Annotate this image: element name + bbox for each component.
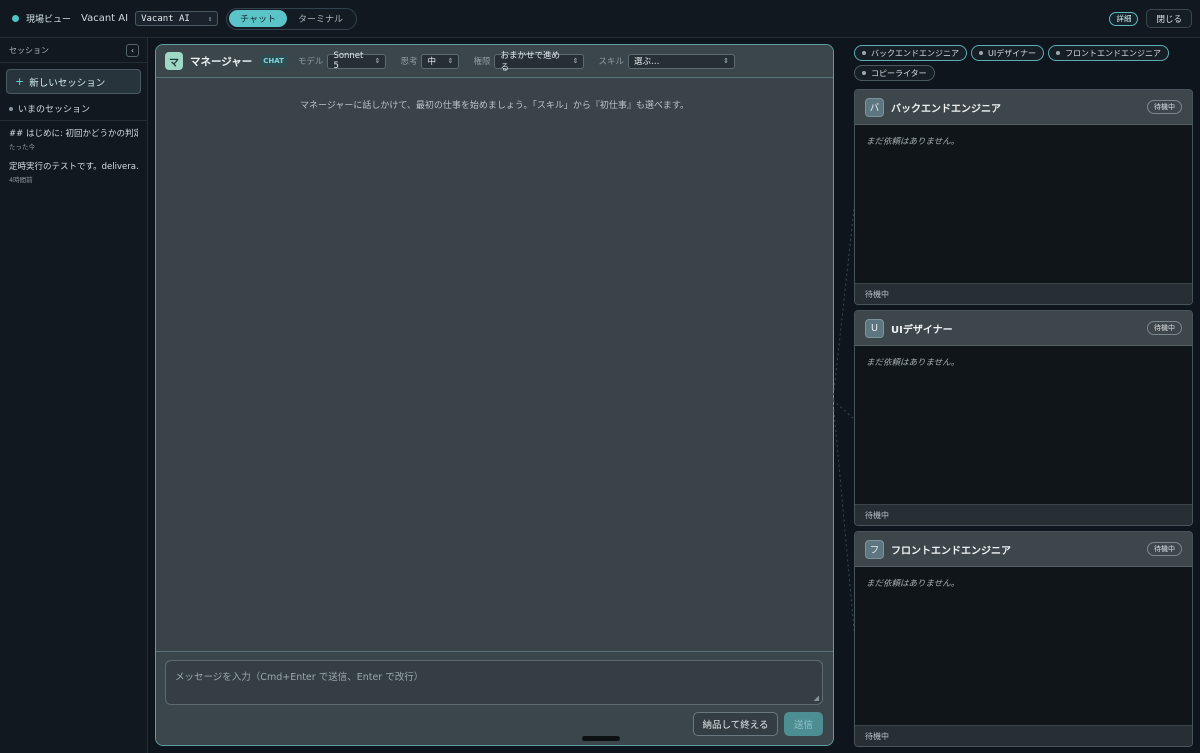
agent-card-frontend: フ フロントエンドエンジニア 待機中 まだ依頼はありません。 待機中 (854, 531, 1193, 747)
agent-name: UIデザイナー (891, 324, 953, 336)
agent-avatar: バ (865, 97, 884, 117)
skill-select[interactable]: 選ぶ… ⇕ (627, 53, 735, 69)
app-name: Vacant AI (81, 13, 129, 24)
agent-footer-status: 待機中 (855, 725, 1192, 746)
role-chip-copywriter[interactable]: コピーライター (854, 65, 935, 81)
session-time: たった今 (9, 143, 35, 151)
role-chip-frontend[interactable]: フロントエンドエンジニア (1048, 45, 1170, 61)
collapse-sidebar-button[interactable]: ‹ (126, 43, 139, 57)
agent-body: まだ依頼はありません。 (855, 567, 1192, 725)
chevron-updown-icon: ⇕ (447, 57, 454, 65)
chip-dot-icon (979, 51, 983, 55)
role-chip-label: コピーライター (871, 68, 927, 78)
chevron-updown-icon: ⇕ (207, 14, 213, 23)
skill-label: スキル (598, 57, 624, 67)
workspace-select[interactable]: Vacant AI ⇕ (135, 11, 219, 26)
permission-label: 権限 (473, 57, 491, 67)
chip-dot-icon (1056, 51, 1061, 55)
chip-dot-icon (862, 71, 866, 75)
live-view-label: 現場ビュー (26, 15, 72, 25)
live-status-dot (12, 15, 19, 22)
list-item[interactable]: ## はじめに: 初回かどうかの判定 … たった今 (0, 121, 147, 154)
agent-card-ui-designer: U UIデザイナー 待機中 まだ依頼はありません。 待機中 (854, 310, 1193, 526)
role-chip-label: フロントエンドエンジニア (1065, 48, 1162, 58)
role-chip-label: バックエンドエンジニア (871, 48, 959, 58)
tab-terminal[interactable]: ターミナル (287, 10, 354, 27)
agent-card-backend: バ バックエンドエンジニア 待機中 まだ依頼はありません。 待機中 (854, 89, 1193, 305)
resize-grip-icon[interactable]: ◢ (814, 694, 819, 702)
chevron-updown-icon: ⇕ (572, 57, 579, 65)
composer: メッセージを入力（Cmd+Enter で送信、Enter で改行） ◢ 納品して… (156, 651, 833, 745)
message-input[interactable]: メッセージを入力（Cmd+Enter で送信、Enter で改行） ◢ (165, 660, 823, 705)
empty-chat-hint: マネージャーに話しかけて、最初の仕事を始めましょう。「スキル」から『初仕事』も選… (300, 101, 689, 111)
session-dot-icon (9, 106, 13, 111)
role-chips: バックエンドエンジニア UIデザイナー フロントエンドエンジニア コピーライター (854, 45, 1194, 81)
model-select-value: Sonnet 5 (333, 51, 364, 71)
agent-empty-text: まだ依頼はありません。 (866, 579, 960, 589)
agent-header: フ フロントエンドエンジニア 待機中 (855, 532, 1192, 567)
top-bar: 現場ビュー Vacant AI Vacant AI ⇕ チャット ターミナル 詳… (0, 0, 1200, 38)
manager-header: マ マネージャー CHAT モデル Sonnet 5 ⇕ 思考 中 ⇕ 権限 お… (156, 45, 833, 78)
agent-header: バ バックエンドエンジニア 待機中 (855, 90, 1192, 125)
current-session-label: いまのセッション (18, 105, 91, 115)
agent-empty-text: まだ依頼はありません。 (866, 137, 960, 147)
manager-name: マネージャー (190, 55, 253, 68)
status-badge: 待機中 (1147, 321, 1182, 335)
list-item[interactable]: 定時実行のテストです。delivera… 4時間前 (0, 154, 147, 187)
status-badge: 待機中 (1147, 542, 1182, 556)
top-right-actions: 詳細 閉じる (1109, 9, 1192, 28)
agent-avatar: U (865, 318, 884, 338)
skill-select-value: 選ぶ… (633, 57, 660, 67)
mode-toggle: チャット ターミナル (226, 7, 357, 30)
model-select[interactable]: Sonnet 5 ⇕ (327, 51, 387, 71)
session-title: ## はじめに: 初回かどうかの判定 … (9, 129, 138, 139)
current-session-item[interactable]: いまのセッション (0, 97, 147, 121)
role-chip-ui-designer[interactable]: UIデザイナー (971, 45, 1045, 61)
chevron-left-icon: ‹ (130, 45, 135, 55)
tab-chat[interactable]: チャット (229, 10, 287, 27)
agent-name: バックエンドエンジニア (891, 103, 1001, 115)
details-button[interactable]: 詳細 (1109, 11, 1139, 26)
agent-header: U UIデザイナー 待機中 (855, 311, 1192, 346)
send-button[interactable]: 送信 (784, 712, 823, 736)
message-input-placeholder: メッセージを入力（Cmd+Enter で送信、Enter で改行） (175, 672, 424, 683)
agent-body: まだ依頼はありません。 (855, 346, 1192, 504)
close-button[interactable]: 閉じる (1146, 9, 1192, 28)
agent-footer-status: 待機中 (855, 504, 1192, 525)
thinking-label: 思考 (400, 57, 418, 67)
status-badge: 待機中 (1147, 100, 1182, 114)
model-label: モデル (297, 57, 324, 67)
role-chip-backend[interactable]: バックエンドエンジニア (854, 45, 967, 61)
drag-handle[interactable] (582, 736, 620, 741)
thinking-select[interactable]: 中 ⇕ (421, 53, 460, 69)
new-session-label: 新しいセッション (29, 77, 106, 89)
agent-footer-status: 待機中 (855, 283, 1192, 304)
role-chip-label: UIデザイナー (988, 48, 1037, 58)
deliver-and-finish-button[interactable]: 納品して終える (693, 712, 778, 736)
chevron-updown-icon: ⇕ (723, 57, 729, 65)
manager-panel: マ マネージャー CHAT モデル Sonnet 5 ⇕ 思考 中 ⇕ 権限 お… (155, 44, 834, 746)
chat-messages-area: マネージャーに話しかけて、最初の仕事を始めましょう。「スキル」から『初仕事』も選… (156, 78, 833, 653)
chip-dot-icon (862, 51, 866, 55)
session-title: 定時実行のテストです。delivera… (9, 162, 138, 172)
sidebar-header: セッション ‹ (0, 38, 147, 63)
sidebar-title: セッション (9, 45, 49, 55)
connector-lines (833, 200, 855, 640)
session-time: 4時間前 (9, 176, 33, 184)
chat-badge: CHAT (259, 55, 288, 67)
plus-icon: + (15, 75, 25, 88)
agent-avatar: フ (865, 539, 884, 559)
agent-empty-text: まだ依頼はありません。 (866, 358, 960, 368)
permission-select-value: おまかせで進める (500, 51, 560, 73)
permission-select[interactable]: おまかせで進める ⇕ (494, 51, 585, 73)
agent-name: フロントエンドエンジニア (891, 545, 1011, 557)
chevron-updown-icon: ⇕ (374, 57, 381, 65)
agent-body: まだ依頼はありません。 (855, 125, 1192, 283)
thinking-select-value: 中 (427, 57, 436, 67)
workspace-select-value: Vacant AI (141, 13, 190, 24)
new-session-button[interactable]: + 新しいセッション (6, 69, 141, 94)
manager-avatar: マ (165, 52, 183, 70)
session-sidebar: セッション ‹ + 新しいセッション いまのセッション ## はじめに: 初回か… (0, 38, 148, 753)
